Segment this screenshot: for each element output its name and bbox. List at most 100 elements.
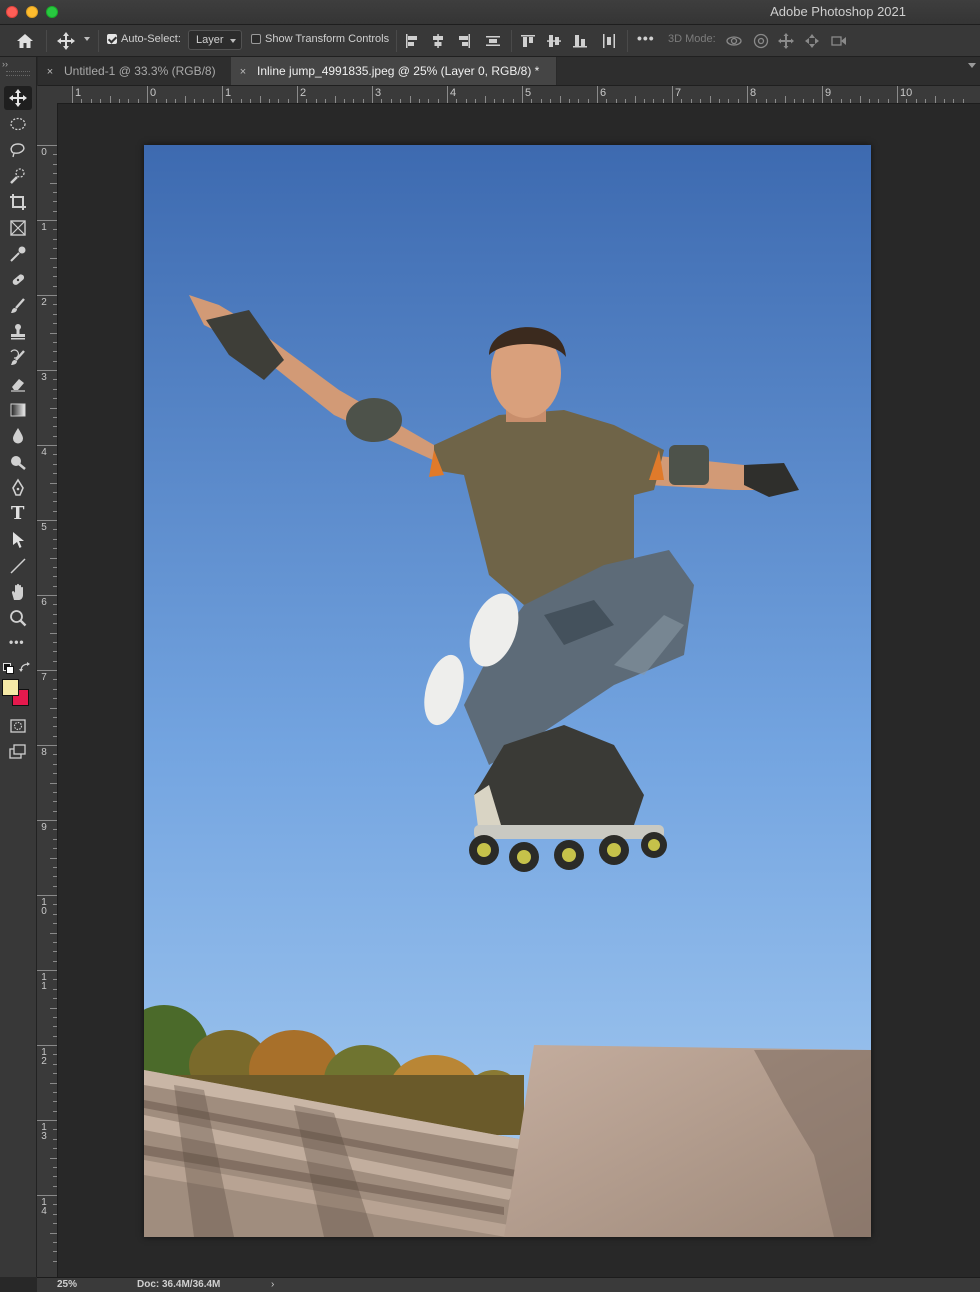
zoom-tool[interactable] (4, 606, 32, 630)
ruler-tick (325, 99, 327, 103)
quick-selection-tool[interactable] (4, 164, 32, 188)
brush-tool[interactable] (4, 294, 32, 318)
move-tool-preset-icon[interactable] (56, 31, 76, 54)
zoom-level[interactable]: 25% (57, 1278, 77, 1291)
horizontal-ruler[interactable]: 1 0 1 2 3 4 5 6 7 8 9 10 (58, 86, 980, 104)
chevron-down-icon[interactable] (968, 63, 976, 68)
ruler-tick (53, 238, 57, 240)
clone-stamp-tool[interactable] (4, 320, 32, 344)
align-bottom-edges-icon[interactable] (571, 32, 589, 50)
auto-select-checkbox[interactable] (107, 34, 117, 44)
move-tool[interactable] (4, 86, 32, 110)
ruler-tick (690, 99, 692, 103)
collapse-toolbar-icon[interactable]: ›› (2, 59, 8, 69)
ruler-tick (315, 99, 317, 103)
ruler-label: 6 (41, 597, 47, 608)
ruler-label: 8 (750, 87, 757, 99)
ruler-tick (831, 99, 833, 103)
align-right-edges-icon[interactable] (455, 32, 473, 50)
eyedropper-tool[interactable] (4, 242, 32, 266)
gradient-tool[interactable] (4, 398, 32, 422)
ruler-tick (728, 99, 730, 103)
line-tool[interactable] (4, 554, 32, 578)
ruler-tick (53, 538, 57, 540)
show-transform-controls-checkbox[interactable] (251, 34, 261, 44)
ruler-tick (53, 510, 57, 512)
history-brush-tool[interactable] (4, 346, 32, 370)
close-tab-icon[interactable]: × (235, 58, 251, 86)
hand-tool[interactable] (4, 580, 32, 604)
distribute-horizontal-icon[interactable] (600, 32, 618, 50)
ruler-tick (897, 86, 898, 103)
ruler-tick (568, 99, 570, 103)
document-image[interactable] (144, 145, 871, 1237)
ruler-tick (37, 220, 57, 221)
home-icon[interactable] (14, 31, 36, 51)
align-top-edges-icon[interactable] (519, 32, 537, 50)
type-tool-glyph: T (11, 503, 25, 524)
ruler-tick (37, 820, 57, 821)
lasso-tool[interactable] (4, 138, 32, 162)
chevron-down-icon[interactable] (84, 37, 90, 41)
ruler-tick (53, 1016, 57, 1018)
ruler-tick (90, 99, 92, 103)
show-transform-controls-label: Show Transform Controls (265, 33, 390, 45)
ruler-tick (597, 86, 598, 103)
ruler-tick (184, 96, 186, 103)
frame-tool[interactable] (4, 216, 32, 240)
marquee-tool[interactable] (4, 112, 32, 136)
ruler-tick (840, 99, 842, 103)
toolbar-grip[interactable] (6, 71, 30, 76)
minimize-window-button[interactable] (26, 6, 38, 18)
vertical-ruler[interactable]: 0 1 2 3 4 5 6 7 8 9 10 11 12 13 14 (37, 103, 58, 1277)
3d-pan-icon[interactable] (777, 32, 795, 50)
ruler-tick (53, 679, 57, 681)
close-window-button[interactable] (6, 6, 18, 18)
zoom-window-button[interactable] (46, 6, 58, 18)
ruler-tick (53, 576, 57, 578)
path-selection-tool[interactable] (4, 528, 32, 552)
ruler-tick (50, 557, 57, 559)
ruler-tick (53, 1101, 57, 1103)
ruler-tick (53, 1223, 57, 1225)
screen-mode-icon[interactable] (4, 740, 32, 764)
swap-colors-icon[interactable] (19, 661, 31, 679)
ruler-tick (53, 501, 57, 503)
3d-orbit-icon[interactable] (725, 32, 743, 50)
ruler-tick (53, 548, 57, 550)
crop-tool[interactable] (4, 190, 32, 214)
ruler-tick (962, 99, 964, 103)
distribute-vertical-icon[interactable] (484, 32, 502, 50)
foreground-color-swatch[interactable] (2, 679, 19, 696)
tab-untitled-1[interactable]: × Untitled-1 @ 33.3% (RGB/8) (38, 57, 231, 85)
ruler-tick (53, 323, 57, 325)
healing-brush-tool[interactable] (4, 268, 32, 292)
close-tab-icon[interactable]: × (42, 58, 58, 86)
blur-tool[interactable] (4, 424, 32, 448)
pen-tool[interactable] (4, 476, 32, 500)
3d-roll-icon[interactable] (752, 32, 770, 50)
type-tool[interactable]: T (4, 502, 32, 526)
ruler-tick (53, 716, 57, 718)
align-left-edges-icon[interactable] (403, 32, 421, 50)
align-horizontal-centers-icon[interactable] (429, 32, 447, 50)
status-info-menu-icon[interactable]: › (271, 1278, 274, 1291)
more-options-icon[interactable]: ••• (637, 30, 655, 46)
eraser-tool[interactable] (4, 372, 32, 396)
edit-toolbar-button[interactable]: ••• (4, 632, 32, 656)
default-colors-icon[interactable] (3, 663, 14, 674)
ruler-tick (53, 1054, 57, 1056)
3d-camera-icon[interactable] (830, 32, 848, 50)
align-vertical-centers-icon[interactable] (545, 32, 563, 50)
3d-slide-icon[interactable] (803, 32, 821, 50)
ruler-tick (53, 904, 57, 906)
auto-select-target-dropdown[interactable]: Layer (188, 30, 242, 50)
ruler-tick (297, 86, 298, 103)
dodge-tool[interactable] (4, 450, 32, 474)
ruler-tick (222, 86, 223, 103)
tab-inline-jump[interactable]: × Inline jump_4991835.jpeg @ 25% (Layer 0… (231, 57, 557, 85)
ruler-tick (662, 99, 664, 103)
quick-mask-icon[interactable] (4, 714, 32, 738)
ruler-tick (53, 913, 57, 915)
ruler-origin[interactable] (37, 86, 58, 104)
